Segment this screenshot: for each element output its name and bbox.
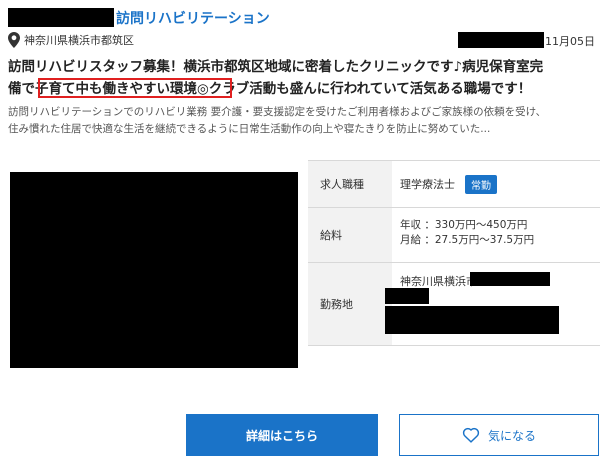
highlight-box <box>38 78 232 98</box>
favorite-button[interactable]: 気になる <box>399 414 599 456</box>
redacted-photo <box>10 172 298 368</box>
salary-annual: 年収 ：330万円〜450万円 <box>400 219 528 231</box>
headline-line-1: 訪問リハビリスタッフ募集！横浜市都筑区地域に密着したクリニックです♪病児保育室完 <box>8 59 544 75</box>
posted-date: 11月05日 <box>545 35 595 48</box>
salary-label: 給料 <box>308 208 392 262</box>
job-type-label: 求人職種 <box>308 161 392 207</box>
info-row-salary: 給料 年収 ：330万円〜450万円 月給 ：27.5万円〜37.5万円 <box>308 208 600 263</box>
location-text: 神奈川県横浜市都筑区 <box>24 34 134 47</box>
redacted-facility-name <box>8 8 114 27</box>
redacted-address-1 <box>470 272 550 286</box>
description-line-2: 住み慣れた住居で快適な生活を継続できるように日常生活動作の向上や寝たきりを防止に… <box>8 123 491 135</box>
workplace-label: 勤務地 <box>308 263 392 345</box>
job-type-value-cell: 理学療法士 常勤 <box>392 161 600 207</box>
detail-button[interactable]: 詳細はこちら <box>186 414 378 456</box>
job-type-value: 理学療法士 <box>400 178 455 191</box>
redacted-address-3 <box>385 306 559 334</box>
favorite-label: 気になる <box>487 428 536 443</box>
redacted-date-prefix <box>458 32 544 48</box>
salary-monthly: 月給 ：27.5万円〜37.5万円 <box>400 234 535 246</box>
employment-type-badge: 常勤 <box>465 174 497 194</box>
facility-name[interactable]: 訪問リハビリテーション <box>116 8 270 28</box>
info-row-job: 求人職種 理学療法士 常勤 <box>308 161 600 208</box>
workplace-address: 神奈川県横浜市 <box>400 275 477 288</box>
description-line-1: 訪問リハビリテーションでのリハビリ業務 要介護・要支援認定を受けたご利用者様およ… <box>8 106 547 118</box>
location-row: 神奈川県横浜市都筑区 <box>8 32 134 48</box>
job-description: 訪問リハビリテーションでのリハビリ業務 要介護・要支援認定を受けたご利用者様およ… <box>8 104 598 138</box>
heart-icon <box>462 427 480 443</box>
redacted-address-2 <box>385 288 429 304</box>
map-pin-icon <box>8 32 20 48</box>
salary-value-cell: 年収 ：330万円〜450万円 月給 ：27.5万円〜37.5万円 <box>392 208 600 262</box>
